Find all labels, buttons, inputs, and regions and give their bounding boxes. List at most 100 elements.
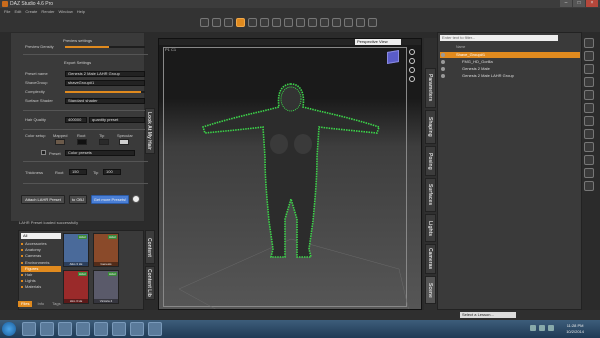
start-button[interactable] — [2, 322, 16, 336]
tip-color-swatch[interactable] — [99, 139, 109, 145]
select-tool-icon[interactable] — [200, 18, 209, 27]
light-icon[interactable] — [344, 18, 353, 27]
shave-group-select[interactable]: shaveGroup#1 — [65, 80, 145, 86]
visibility-icon[interactable] — [441, 74, 445, 78]
render-icon[interactable] — [320, 18, 329, 27]
attach-lahr-preset-button[interactable]: Attach LAHR Preset — [21, 195, 65, 204]
wardrobe-icon[interactable] — [584, 77, 594, 87]
preview-density-slider[interactable] — [65, 46, 145, 48]
network-icon[interactable] — [530, 325, 536, 331]
hair-quality-preset-select[interactable]: quantity preset — [89, 117, 145, 123]
close-button[interactable]: × — [586, 0, 598, 7]
scene-row[interactable]: Shave_Group#1 — [440, 52, 580, 58]
figure-icon[interactable] — [584, 64, 594, 74]
lesson-select[interactable]: Select a Lesson... — [460, 312, 516, 318]
scene-row[interactable]: FMG_HD_Gorilla — [440, 59, 580, 65]
move-tool-icon[interactable] — [212, 18, 221, 27]
menu-help[interactable]: Help — [77, 8, 85, 15]
root-thickness-field[interactable]: 150 — [69, 169, 87, 175]
app-icon[interactable] — [76, 322, 90, 336]
tip-thickness-field[interactable]: 100 — [103, 169, 121, 175]
menu-create[interactable]: Create — [25, 8, 37, 15]
specular-color-swatch[interactable] — [119, 139, 129, 145]
tab-tags[interactable]: Tags — [49, 301, 63, 307]
surface-tool-icon[interactable] — [284, 18, 293, 27]
menu-render[interactable]: Render — [41, 8, 54, 15]
hair-quality-field[interactable]: 400000 — [65, 117, 87, 123]
visibility-icon[interactable] — [441, 53, 445, 57]
app-icon[interactable] — [112, 322, 126, 336]
light-preset-icon[interactable] — [584, 129, 594, 139]
geometry-tool-icon[interactable] — [296, 18, 305, 27]
color-presets-select[interactable]: Color presets — [65, 150, 135, 156]
content-thumb[interactable]: Actor Aiko 3 LE — [63, 233, 89, 267]
content-thumb[interactable]: Actor Genesis — [93, 233, 119, 267]
hair-icon[interactable] — [584, 90, 594, 100]
tab-look-at-my-hair[interactable]: Look At My Hair — [145, 108, 155, 154]
settings-icon[interactable] — [368, 18, 377, 27]
visibility-icon[interactable] — [441, 60, 445, 64]
flag-icon[interactable] — [548, 325, 554, 331]
app-icon[interactable] — [94, 322, 108, 336]
complexity-slider[interactable] — [65, 91, 145, 93]
material-icon[interactable] — [584, 116, 594, 126]
clock[interactable]: 11:28 PM 10/2/2014 — [566, 323, 584, 335]
primitive-icon[interactable] — [356, 18, 365, 27]
spot-render-icon[interactable] — [308, 18, 317, 27]
environment-icon[interactable] — [584, 181, 594, 191]
menu-file[interactable]: File — [4, 8, 10, 15]
explorer-icon[interactable] — [22, 322, 36, 336]
render-preset-icon[interactable] — [584, 155, 594, 165]
folder-icon[interactable] — [58, 322, 72, 336]
minimize-button[interactable]: – — [560, 0, 572, 7]
scene-row[interactable]: Genesis 2 Male LAHR Group — [440, 73, 580, 79]
prop-icon[interactable] — [584, 103, 594, 113]
scene-filter-input[interactable]: Enter text to filter... — [440, 35, 558, 41]
universal-tool-icon[interactable] — [260, 18, 269, 27]
library-filter-select[interactable]: All — [21, 233, 61, 239]
content-thumb[interactable]: Actor Hiro 3 LE — [63, 270, 89, 304]
tab-posing[interactable]: Posing — [425, 146, 436, 176]
scale-tool-icon[interactable] — [248, 18, 257, 27]
tab-lights[interactable]: Lights — [425, 214, 436, 242]
scene-row[interactable]: Genesis 2 Male — [440, 66, 580, 72]
preset-name-field[interactable]: Genesis 2 Male LAHR Group — [65, 71, 145, 77]
script-icon[interactable] — [584, 168, 594, 178]
tab-info[interactable]: Info — [34, 301, 47, 307]
content-thumb[interactable]: Actor Victoria 4 — [93, 270, 119, 304]
morph-icon[interactable] — [584, 51, 594, 61]
tab-shaping[interactable]: Shaping — [425, 110, 436, 144]
pose-icon[interactable] — [584, 38, 594, 48]
maximize-button[interactable]: □ — [573, 0, 585, 7]
category-materials[interactable]: Materials — [21, 284, 61, 290]
preset-checkbox[interactable] — [41, 150, 46, 155]
rotate-tool-icon[interactable] — [224, 18, 233, 27]
tab-files[interactable]: Files — [18, 301, 33, 307]
tab-content[interactable]: Content — [145, 230, 155, 264]
mapped-color-swatch[interactable] — [55, 139, 65, 145]
color-col-mapped: Mapped — [53, 133, 68, 138]
joint-tool-icon[interactable] — [272, 18, 281, 27]
help-icon[interactable] — [132, 195, 140, 203]
root-color-swatch[interactable] — [77, 139, 87, 145]
camera-preset-icon[interactable] — [584, 142, 594, 152]
tab-cameras[interactable]: Cameras — [425, 244, 436, 274]
camera-icon[interactable] — [332, 18, 341, 27]
get-more-presets-button[interactable]: Get more Presets! — [91, 195, 129, 204]
to-obj-button[interactable]: to OBJ — [69, 195, 87, 204]
status-message: LAHR Preset loaded successfully — [19, 220, 79, 225]
menu-edit[interactable]: Edit — [14, 8, 21, 15]
3d-viewport[interactable]: Perspective View P1 C1 — [158, 38, 422, 310]
tab-surfaces[interactable]: Surfaces — [425, 178, 436, 212]
menu-window[interactable]: Window — [59, 8, 73, 15]
volume-icon[interactable] — [539, 325, 545, 331]
tab-parameters[interactable]: Parameters — [425, 68, 436, 108]
daz-studio-icon[interactable] — [148, 322, 162, 336]
visibility-icon[interactable] — [441, 67, 445, 71]
tab-scene[interactable]: Scene — [425, 276, 436, 304]
browser-icon[interactable] — [40, 322, 54, 336]
tab-content-library[interactable]: Content Lib — [145, 266, 155, 300]
surface-shader-select[interactable]: Standard shader — [65, 98, 145, 104]
node-tool-icon[interactable] — [236, 18, 245, 27]
app-icon[interactable] — [130, 322, 144, 336]
